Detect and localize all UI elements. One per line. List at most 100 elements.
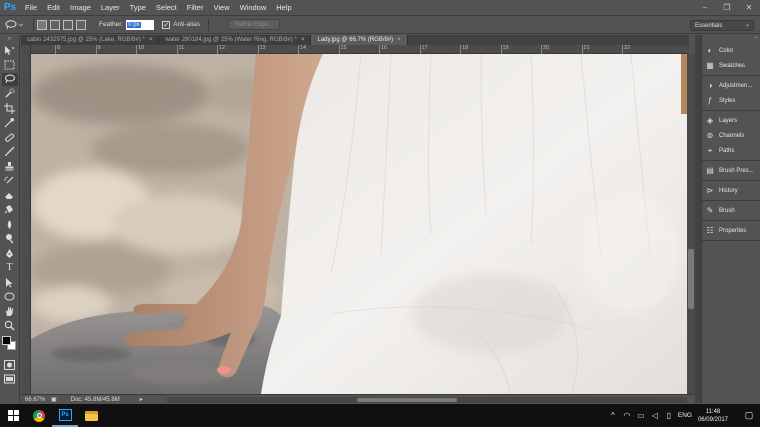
brush-icon: ✎ — [706, 206, 714, 215]
panel-group: ◐ Color ▦ Swatches — [702, 41, 760, 76]
pen-tool-icon[interactable] — [2, 247, 18, 260]
notifications-icon[interactable]: ▢ — [738, 404, 760, 427]
quick-mask-icon[interactable] — [2, 358, 18, 371]
new-selection-icon[interactable] — [37, 19, 47, 30]
intersect-selection-icon[interactable] — [76, 19, 86, 30]
status-menu-icon[interactable]: ▣ — [51, 396, 57, 403]
close-icon[interactable]: × — [397, 37, 401, 43]
windows-icon — [7, 410, 19, 421]
menu-edit[interactable]: Edit — [42, 0, 65, 15]
screen-mode-icon[interactable] — [2, 373, 18, 386]
panel-channels[interactable]: ⊚ Channels — [702, 128, 760, 143]
ruler-tick-label: 21 — [581, 45, 590, 54]
panel-history[interactable]: ⊳ History — [702, 183, 760, 198]
tab-lady[interactable]: Lady.jpg @ 66.7% (RGB/8#) × — [311, 35, 408, 45]
panel-brush-presets[interactable]: ▤ Brush Pres... — [702, 163, 760, 178]
refine-edge-button[interactable]: Refine Edge... — [227, 19, 280, 30]
panel-brush[interactable]: ✎ Brush — [702, 203, 760, 218]
chevron-down-icon: ⌄ — [744, 22, 750, 28]
adjustments-icon: ◑ — [707, 81, 713, 90]
show-hidden-icons-icon[interactable]: ^ — [606, 404, 620, 427]
foreground-color[interactable] — [1, 336, 11, 345]
workspace-select[interactable]: Essentials ⌄ — [690, 20, 754, 31]
vertical-scroll-thumb[interactable] — [688, 249, 694, 309]
shape-tool-icon[interactable] — [2, 290, 18, 303]
clone-stamp-tool-icon[interactable] — [2, 160, 18, 173]
panel-group: ☷ Properties — [702, 221, 760, 241]
chrome-taskbar-button[interactable] — [26, 404, 52, 427]
tools-panel: » T — [0, 35, 20, 403]
status-bar: 66.67% ▣ Doc: 45.8M/45.8M ▸ — [21, 394, 695, 404]
image-canvas[interactable] — [31, 54, 687, 394]
menu-view[interactable]: View — [208, 0, 234, 15]
marquee-tool-icon[interactable] — [2, 58, 18, 71]
type-tool-icon[interactable]: T — [2, 261, 18, 274]
ruler-horizontal: 8 9 10 11 12 13 14 15 16 17 18 19 20 21 22 — [31, 45, 689, 54]
panel-paths[interactable]: ⌖ Paths — [702, 143, 760, 158]
healing-brush-tool-icon[interactable] — [2, 131, 18, 144]
panel-styles[interactable]: ƒ Styles — [702, 93, 760, 108]
crop-tool-icon[interactable] — [2, 102, 18, 115]
panel-layers[interactable]: ◈ Layers — [702, 113, 760, 128]
volume-icon[interactable]: ◁ — [648, 404, 662, 427]
status-arrow-icon[interactable]: ▸ — [140, 396, 143, 403]
photoshop-taskbar-button[interactable]: Ps — [52, 404, 78, 427]
network-icon[interactable]: ▭ — [634, 404, 648, 427]
lasso-tool-icon[interactable] — [1, 72, 18, 86]
quick-selection-tool-icon[interactable] — [2, 87, 18, 100]
close-window-button[interactable]: ✕ — [738, 0, 760, 15]
antialias-checkbox[interactable]: ✓ — [162, 20, 171, 29]
ruler-tick-label: 11 — [176, 45, 184, 54]
ruler-tick-label: 9 — [95, 45, 101, 54]
horizontal-scroll-thumb[interactable] — [357, 398, 457, 402]
gradient-tool-icon[interactable] — [2, 203, 18, 216]
panel-adjustments[interactable]: ◑ Adjustmen... — [702, 78, 760, 93]
menu-help[interactable]: Help — [271, 0, 296, 15]
add-to-selection-icon[interactable] — [50, 19, 60, 30]
eraser-tool-icon[interactable] — [2, 189, 18, 202]
file-explorer-taskbar-button[interactable] — [78, 404, 104, 427]
battery-icon[interactable]: ▯ — [662, 404, 676, 427]
ruler-tick-label: 13 — [257, 45, 266, 54]
language-indicator[interactable]: ENG — [678, 412, 692, 419]
tool-preset-picker[interactable] — [4, 17, 30, 33]
horizontal-scrollbar[interactable] — [167, 397, 687, 403]
history-brush-tool-icon[interactable] — [2, 174, 18, 187]
close-icon[interactable]: × — [301, 37, 305, 43]
eyedropper-tool-icon[interactable] — [2, 116, 18, 129]
minimize-button[interactable]: – — [694, 0, 716, 15]
panel-color[interactable]: ◐ Color — [702, 43, 760, 58]
clock-time: 11:48 — [705, 408, 721, 415]
close-icon[interactable]: × — [149, 37, 153, 43]
restore-button[interactable]: ❐ — [716, 0, 738, 15]
collapse-toolbar-icon[interactable]: » — [2, 36, 18, 42]
subtract-from-selection-icon[interactable] — [63, 19, 73, 30]
clock[interactable]: 11:48 06/09/2017 — [698, 408, 728, 424]
color-swatches[interactable] — [1, 336, 18, 352]
wifi-icon[interactable]: ◠ — [620, 404, 634, 427]
panel-properties[interactable]: ☷ Properties — [702, 223, 760, 238]
feather-input[interactable]: 0 px — [126, 19, 155, 30]
brush-tool-icon[interactable] — [2, 145, 18, 158]
path-selection-tool-icon[interactable] — [2, 276, 18, 289]
tab-water[interactable]: water 280184.jpg @ 25% (Water Ring, RGB/… — [159, 35, 312, 45]
menu-window[interactable]: Window — [235, 0, 272, 15]
menu-filter[interactable]: Filter — [182, 0, 209, 15]
start-button[interactable] — [0, 404, 26, 427]
separator — [33, 18, 34, 31]
menu-file[interactable]: File — [20, 0, 42, 15]
menu-select[interactable]: Select — [151, 0, 182, 15]
tab-cabin[interactable]: cabin 2432975.jpg @ 25% (Lake, RGB/8#) *… — [21, 35, 160, 45]
dodge-tool-icon[interactable] — [2, 232, 18, 245]
menu-image[interactable]: Image — [65, 0, 96, 15]
menu-layer[interactable]: Layer — [96, 0, 125, 15]
vertical-scrollbar[interactable] — [687, 54, 695, 394]
move-tool-icon[interactable] — [2, 44, 18, 57]
panel-swatches[interactable]: ▦ Swatches — [702, 58, 760, 73]
blur-tool-icon[interactable] — [2, 218, 18, 231]
paths-icon: ⌖ — [707, 145, 713, 155]
zoom-level[interactable]: 66.67% — [21, 397, 45, 403]
zoom-tool-icon[interactable] — [2, 319, 18, 332]
menu-type[interactable]: Type — [125, 0, 151, 15]
hand-tool-icon[interactable] — [2, 305, 18, 318]
